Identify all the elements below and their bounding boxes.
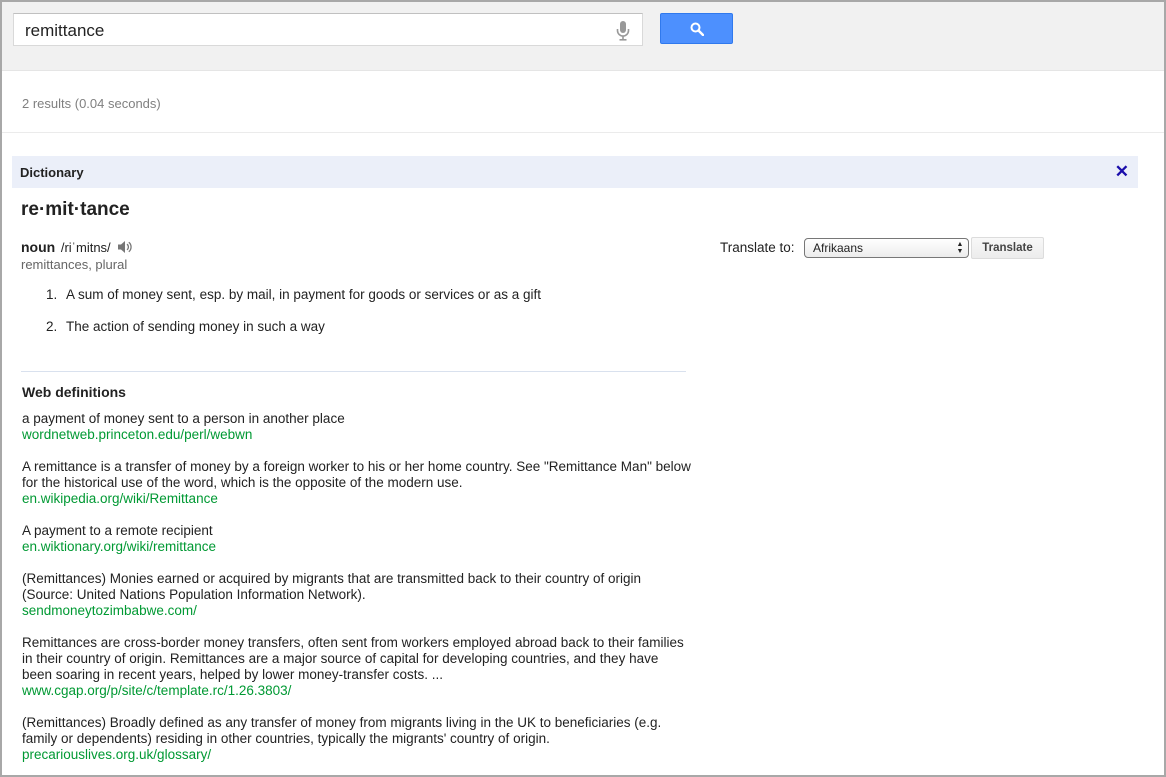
headword: re·mit·tance xyxy=(21,199,130,220)
definition-text: A payment to a remote recipient xyxy=(22,523,213,538)
source-link[interactable]: sendmoneytozimbabwe.com/ xyxy=(22,603,692,619)
translate-label: Translate to: xyxy=(720,240,795,255)
definition-text: (Remittances) Broadly defined as any tra… xyxy=(22,715,662,746)
definition-text: Remittances are cross-border money trans… xyxy=(22,635,684,682)
web-definitions-title: Web definitions xyxy=(22,384,126,400)
list-item: a payment of money sent to a person in a… xyxy=(22,411,692,443)
list-item: A payment to a remote recipient en.wikti… xyxy=(22,523,692,555)
selected-language: Afrikaans xyxy=(813,241,864,255)
language-select[interactable]: Afrikaans ▲ ▼ xyxy=(804,238,969,258)
source-link[interactable]: www.cgap.org/p/site/c/template.rc/1.26.3… xyxy=(22,683,692,699)
select-arrows-icon: ▲ ▼ xyxy=(956,241,964,255)
magnifier-icon xyxy=(690,22,704,36)
divider xyxy=(2,132,1164,133)
results-stats: 2 results (0.04 seconds) xyxy=(22,96,161,111)
search-button[interactable] xyxy=(660,13,733,44)
source-link[interactable]: wordnetweb.princeton.edu/perl/webwn xyxy=(22,427,692,443)
search-input[interactable] xyxy=(14,14,604,45)
browser-frame: 2 results (0.04 seconds) Dictionary ✕ re… xyxy=(0,0,1166,777)
sense-number: 2. xyxy=(46,319,58,334)
source-link[interactable]: en.wiktionary.org/wiki/remittance xyxy=(22,539,692,555)
web-definitions-list: a payment of money sent to a person in a… xyxy=(22,411,692,775)
definition-text: (Remittances) Monies earned or acquired … xyxy=(22,571,642,602)
definition-text: A remittance is a transfer of money by a… xyxy=(22,459,691,490)
list-item: Remittances are cross-border money trans… xyxy=(22,635,692,699)
speaker-icon[interactable] xyxy=(117,240,133,257)
pronunciation: /riˈmitns/ xyxy=(60,240,111,255)
dictionary-title: Dictionary xyxy=(20,165,84,180)
list-item: (Remittances) Broadly defined as any tra… xyxy=(22,715,692,763)
list-item: (Remittances) Monies earned or acquired … xyxy=(22,571,692,619)
close-icon[interactable]: ✕ xyxy=(1115,163,1129,181)
list-item: 1. A sum of money sent, esp. by mail, in… xyxy=(46,287,686,319)
list-item: 2. The action of sending money in such a… xyxy=(46,319,686,351)
search-header xyxy=(2,2,1164,71)
source-link[interactable]: precariouslives.org.uk/glossary/ xyxy=(22,747,692,763)
dictionary-header: Dictionary ✕ xyxy=(12,156,1138,188)
sense-text: A sum of money sent, esp. by mail, in pa… xyxy=(66,287,541,302)
part-of-speech-line: noun /riˈmitns/ xyxy=(21,239,133,257)
sense-text: The action of sending money in such a wa… xyxy=(66,319,325,334)
part-of-speech: noun xyxy=(21,239,56,255)
source-link[interactable]: en.wikipedia.org/wiki/Remittance xyxy=(22,491,692,507)
sense-number: 1. xyxy=(46,287,58,302)
divider xyxy=(21,371,686,372)
microphone-icon[interactable] xyxy=(616,21,630,41)
plural-form: remittances, plural xyxy=(21,257,128,272)
list-item: A remittance is a transfer of money by a… xyxy=(22,459,692,507)
definition-text: a payment of money sent to a person in a… xyxy=(22,411,345,426)
search-box[interactable] xyxy=(13,13,643,46)
sense-list: 1. A sum of money sent, esp. by mail, in… xyxy=(46,287,686,351)
translate-button[interactable]: Translate xyxy=(971,237,1044,259)
